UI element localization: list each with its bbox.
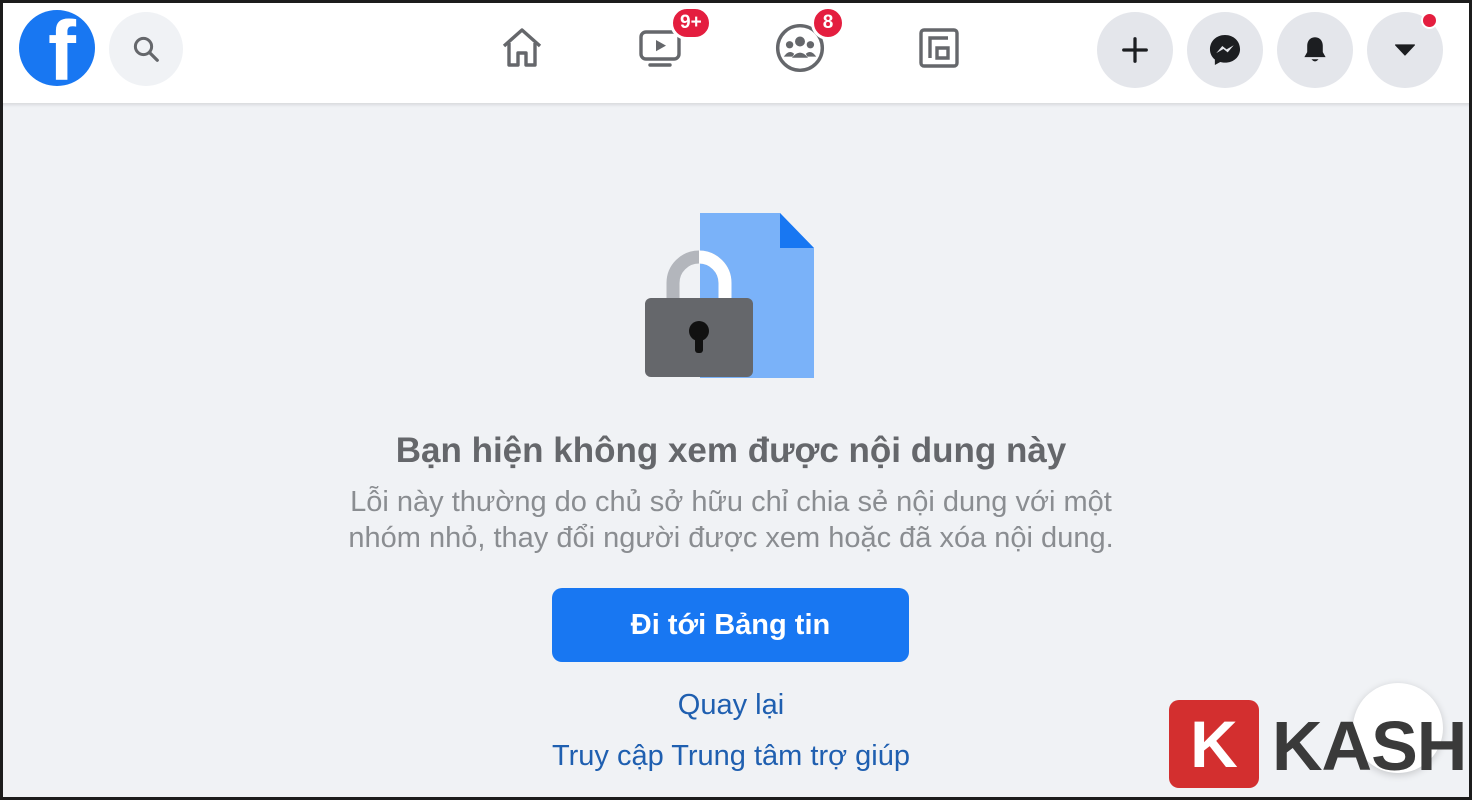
watermark-text: KASHI (1272, 707, 1472, 785)
facebook-logo-letter: f (48, 10, 76, 86)
top-navigation-bar: f 9+ 8 (0, 0, 1472, 103)
caret-down-icon (1395, 44, 1415, 56)
plus-icon (1122, 37, 1148, 63)
error-title: Bạn hiện không xem được nội dung này (395, 431, 1067, 470)
notifications-button[interactable] (1277, 12, 1353, 88)
search-button[interactable] (109, 12, 183, 86)
error-description-line-1: Lỗi này thường do chủ sở hữu chỉ chia sẻ… (350, 486, 1112, 518)
facebook-logo[interactable]: f (19, 10, 95, 86)
groups-notification-badge: 8 (811, 6, 845, 40)
error-description-line-2: nhóm nhỏ, thay đổi người được xem hoặc đ… (348, 522, 1114, 554)
messenger-button[interactable] (1187, 12, 1263, 88)
account-notification-dot (1421, 12, 1438, 29)
locked-document-icon (645, 213, 814, 378)
watermark-logo-letter: K (1190, 707, 1238, 781)
locked-content-illustration (640, 208, 820, 383)
bell-icon (1304, 37, 1326, 62)
messenger-icon (1209, 34, 1241, 66)
home-icon (502, 28, 542, 67)
nav-home-tab[interactable] (482, 10, 562, 86)
create-button[interactable] (1097, 12, 1173, 88)
screenshot-border (0, 0, 1472, 800)
nav-gaming-tab[interactable] (899, 10, 979, 86)
go-to-news-feed-button[interactable]: Đi tới Bảng tin (552, 588, 909, 662)
error-description: Lỗi này thường do chủ sở hữu chỉ chia sẻ… (300, 484, 1162, 556)
watch-notification-badge: 9+ (670, 6, 712, 40)
watermark-logo: K (1169, 700, 1259, 788)
gaming-icon (919, 28, 959, 68)
search-icon (133, 36, 159, 62)
